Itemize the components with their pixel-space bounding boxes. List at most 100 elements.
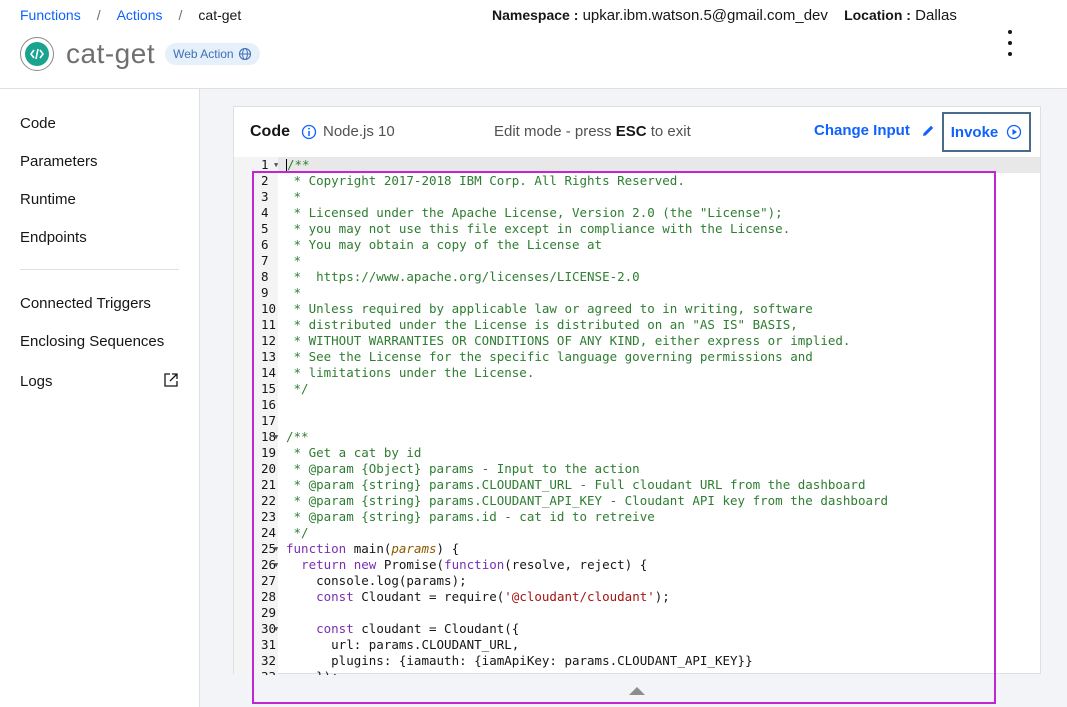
- info-icon[interactable]: [301, 124, 317, 140]
- code-line[interactable]: 11 * distributed under the License is di…: [234, 317, 1040, 333]
- edit-mode-suffix: to exit: [650, 123, 691, 140]
- fold-toggle-icon[interactable]: ▼: [274, 157, 278, 173]
- breadcrumb-actions[interactable]: Actions: [117, 7, 163, 23]
- line-number: 10: [261, 301, 277, 316]
- code-line[interactable]: 3 *: [234, 189, 1040, 205]
- code-line[interactable]: 30 ▼ const cloudant = Cloudant({: [234, 621, 1040, 637]
- line-number: 28: [261, 589, 277, 604]
- code-line[interactable]: 14 * limitations under the License.: [234, 365, 1040, 381]
- location-label: Location :: [844, 7, 911, 23]
- line-number: 16: [261, 397, 277, 412]
- code-line[interactable]: 19 * Get a cat by id: [234, 445, 1040, 461]
- code-line[interactable]: 1 ▼ /**: [234, 157, 1040, 173]
- line-number: 19: [261, 445, 277, 460]
- invoke-label: Invoke: [950, 123, 999, 141]
- sidebar-item-enclosing-sequences[interactable]: Enclosing Sequences: [20, 333, 164, 350]
- code-text: * @param {string} params.id - cat id to …: [286, 509, 655, 524]
- code-panel-header: Code Node.js 10 Edit mode - press ESC to…: [234, 107, 1040, 157]
- code-line[interactable]: 10 * Unless required by applicable law o…: [234, 301, 1040, 317]
- code-line[interactable]: 25 ▼ function main(params) {: [234, 541, 1040, 557]
- code-line[interactable]: 18 ▼/**: [234, 429, 1040, 445]
- web-action-tag[interactable]: Web Action: [165, 43, 260, 65]
- invoke-button[interactable]: Invoke: [942, 112, 1031, 152]
- sidebar-item-endpoints[interactable]: Endpoints: [20, 229, 87, 246]
- line-number: 20: [261, 461, 277, 476]
- breadcrumb: Functions / Actions / cat-get: [20, 7, 241, 23]
- code-line[interactable]: 20 * @param {Object} params - Input to t…: [234, 461, 1040, 477]
- sidebar-item-parameters[interactable]: Parameters: [20, 153, 98, 170]
- line-gutter: [234, 285, 278, 301]
- edit-mode-hint: Edit mode - press ESC to exit: [494, 123, 691, 140]
- code-line[interactable]: 32 plugins: {iamauth: {iamApiKey: params…: [234, 653, 1040, 669]
- code-text: * Copyright 2017-2018 IBM Corp. All Righ…: [286, 173, 685, 188]
- code-line[interactable]: 17: [234, 413, 1040, 429]
- namespace-info: Namespace : upkar.ibm.watson.5@gmail.com…: [492, 7, 957, 24]
- fold-toggle-icon[interactable]: ▼: [274, 429, 278, 445]
- code-line[interactable]: 23 * @param {string} params.id - cat id …: [234, 509, 1040, 525]
- code-text: * @param {string} params.CLOUDANT_URL - …: [286, 477, 866, 492]
- code-text: const Cloudant = require('@cloudant/clou…: [316, 589, 670, 604]
- code-text: * @param {Object} params - Input to the …: [286, 461, 640, 476]
- code-line[interactable]: 27 console.log(params);: [234, 573, 1040, 589]
- code-line[interactable]: 2 * Copyright 2017-2018 IBM Corp. All Ri…: [234, 173, 1040, 189]
- code-line[interactable]: 8 * https://www.apache.org/licenses/LICE…: [234, 269, 1040, 285]
- code-line[interactable]: 16: [234, 397, 1040, 413]
- code-line[interactable]: 6 * You may obtain a copy of the License…: [234, 237, 1040, 253]
- sidebar-item-code[interactable]: Code: [20, 115, 56, 132]
- code-text: *: [286, 285, 302, 300]
- code-text: * WITHOUT WARRANTIES OR CONDITIONS OF AN…: [286, 333, 851, 348]
- fold-toggle-icon[interactable]: ▼: [274, 621, 278, 637]
- external-link-icon[interactable]: [163, 372, 179, 388]
- namespace-value: upkar.ibm.watson.5@gmail.com_dev: [582, 7, 828, 24]
- code-editor[interactable]: 1 ▼/** 2 * Copyright 2017-2018 IBM Corp. A…: [234, 157, 1040, 675]
- code-title: Code: [250, 123, 290, 140]
- code-text: console.log(params);: [286, 573, 467, 588]
- code-text: */: [286, 381, 309, 396]
- breadcrumb-functions[interactable]: Functions: [20, 7, 81, 23]
- code-line[interactable]: 24 */: [234, 525, 1040, 541]
- sidebar-item-runtime[interactable]: Runtime: [20, 191, 76, 208]
- code-text: return new Promise(function(resolve, rej…: [301, 557, 648, 572]
- code-line[interactable]: 12 * WITHOUT WARRANTIES OR CONDITIONS OF…: [234, 333, 1040, 349]
- code-text: *: [286, 253, 302, 268]
- sidebar-item-logs[interactable]: Logs: [20, 373, 53, 390]
- line-number: 5: [261, 221, 269, 236]
- line-gutter: [234, 221, 278, 237]
- code-line[interactable]: 13 * See the License for the specific la…: [234, 349, 1040, 365]
- line-number: 17: [261, 413, 277, 428]
- code-line[interactable]: 26 ▼ return new Promise(function(resolve,…: [234, 557, 1040, 573]
- code-line[interactable]: 22 * @param {string} params.CLOUDANT_API…: [234, 493, 1040, 509]
- code-text: * https://www.apache.org/licenses/LICENS…: [286, 269, 640, 284]
- code-line[interactable]: 21 * @param {string} params.CLOUDANT_URL…: [234, 477, 1040, 493]
- code-line[interactable]: 5 * you may not use this file except in …: [234, 221, 1040, 237]
- code-text: /**: [286, 429, 309, 444]
- code-line[interactable]: 9 *: [234, 285, 1040, 301]
- code-line[interactable]: 28 const Cloudant = require('@cloudant/c…: [234, 589, 1040, 605]
- code-line[interactable]: 31 url: params.CLOUDANT_URL,: [234, 637, 1040, 653]
- line-number: 31: [261, 637, 277, 652]
- code-line[interactable]: 15 */: [234, 381, 1040, 397]
- overflow-menu-icon[interactable]: [1000, 30, 1020, 56]
- breadcrumb-current: cat-get: [198, 7, 242, 23]
- namespace-label: Namespace :: [492, 7, 579, 23]
- fold-toggle-icon[interactable]: ▼: [274, 557, 278, 573]
- line-number: 12: [261, 333, 277, 348]
- line-number: 22: [261, 493, 277, 508]
- panel-collapse-bar[interactable]: [233, 675, 1041, 707]
- line-gutter: [234, 205, 278, 221]
- code-line[interactable]: 4 * Licensed under the Apache License, V…: [234, 205, 1040, 221]
- fold-toggle-icon[interactable]: ▼: [274, 541, 278, 557]
- code-line[interactable]: 7 *: [234, 253, 1040, 269]
- sidebar-item-connected-triggers[interactable]: Connected Triggers: [20, 295, 151, 312]
- code-text: * @param {string} params.CLOUDANT_API_KE…: [286, 493, 889, 508]
- code-line[interactable]: 29: [234, 605, 1040, 621]
- pencil-icon: [922, 125, 934, 136]
- code-text: * See the License for the specific langu…: [286, 349, 813, 364]
- line-number: 8: [261, 269, 269, 284]
- breadcrumb-separator: /: [178, 7, 183, 23]
- collapse-up-icon[interactable]: [629, 686, 645, 696]
- code-text: *: [286, 189, 302, 204]
- change-input-button[interactable]: Change Input: [814, 122, 936, 139]
- page-title: cat-get: [66, 38, 156, 69]
- line-number: 29: [261, 605, 277, 620]
